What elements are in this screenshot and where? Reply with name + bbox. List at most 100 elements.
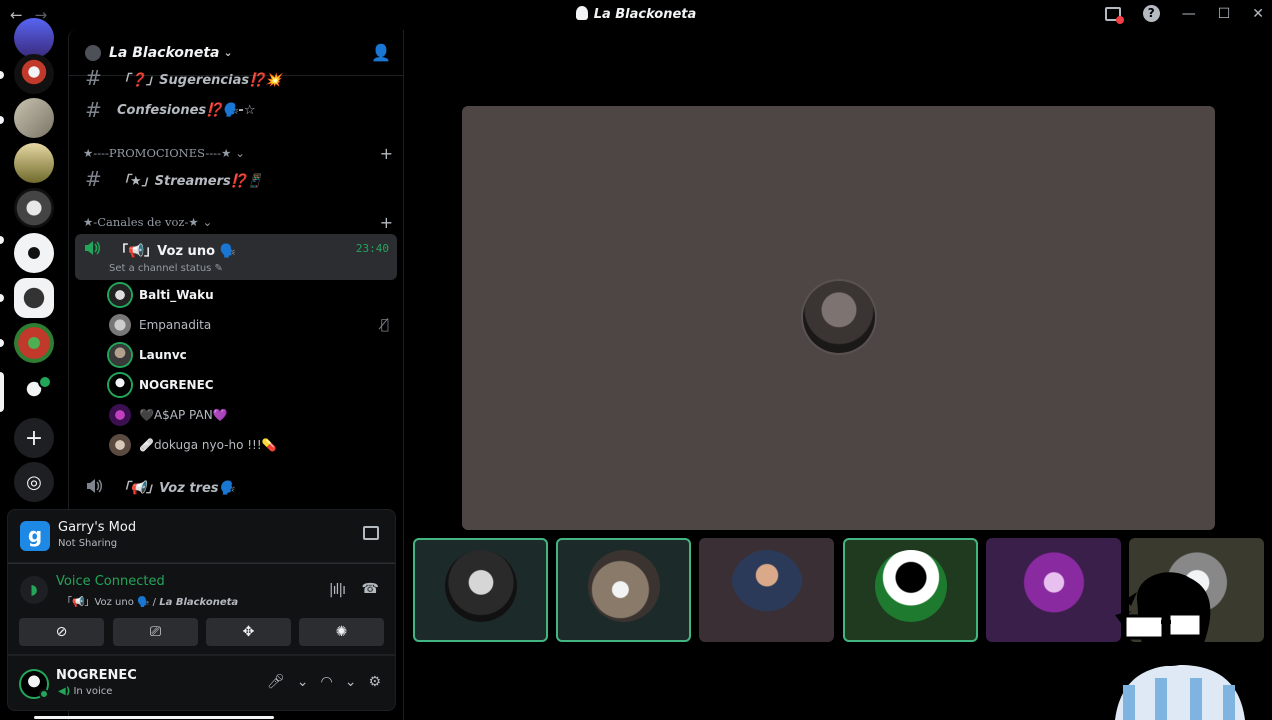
server-icon[interactable] <box>14 323 54 363</box>
guild-name: La Blackoneta <box>109 44 220 61</box>
voice-user[interactable]: 🖤A$AP PAN💜 <box>109 401 399 429</box>
channel-streamers[interactable]: # 「★」Streamers⁉️📱 <box>77 163 397 195</box>
camera-off-button[interactable]: ⊘ <box>19 618 104 646</box>
gear-icon[interactable]: ⚙ <box>368 674 381 690</box>
horizontal-scrollbar[interactable] <box>34 716 274 719</box>
chevron-down-icon[interactable]: ⌄ <box>345 674 357 690</box>
speaker-icon <box>85 241 100 255</box>
chevron-down-icon[interactable]: ⌄ <box>297 674 309 690</box>
participant-avatar <box>731 550 803 622</box>
hash-icon: # <box>85 167 102 191</box>
share-screen-icon[interactable] <box>363 526 379 540</box>
inbox-icon[interactable] <box>1104 6 1124 24</box>
channel-name: 「★」Streamers⁉️📱 <box>117 173 264 189</box>
noise-suppression-icon[interactable]: |ıl|ı <box>329 582 346 598</box>
avatar <box>109 434 131 456</box>
voice-user-name: Launvc <box>139 348 187 362</box>
window-title: La Blackoneta <box>0 6 1272 22</box>
category-canales-de-voz[interactable]: ★-Canales de voz-★ ⌄ + <box>83 213 393 232</box>
voice-channel-name: 「📢」Voz uno 🗣️ <box>115 244 236 259</box>
voice-channel-name: 「📢」Voz tres🗣️ <box>117 480 235 496</box>
channel-sugerencias[interactable]: # 「❓」Sugerencias⁉️💥 <box>77 68 397 88</box>
set-channel-status[interactable]: Set a channel status ✎ <box>109 263 223 274</box>
participant-avatar <box>445 550 517 622</box>
category-label: ★-Canales de voz-★ <box>83 215 199 229</box>
create-channel-plus-icon[interactable]: + <box>380 144 393 163</box>
chevron-down-icon: ⌄ <box>202 215 213 229</box>
voice-user[interactable]: Empanadita 🎙̸ <box>109 311 399 339</box>
headphones-icon[interactable]: ◠ <box>320 674 332 690</box>
voice-user-name: 🖤A$AP PAN💜 <box>139 408 228 422</box>
unread-pill <box>0 116 4 124</box>
connection-signal-icon[interactable]: ◗ <box>20 576 48 604</box>
voice-connected-status[interactable]: Voice Connected <box>56 574 165 589</box>
server-icon[interactable] <box>14 233 54 273</box>
server-icon[interactable] <box>14 18 54 58</box>
focused-participant-tile[interactable] <box>462 106 1215 530</box>
participant-tile[interactable] <box>413 538 548 642</box>
voice-channel-voz-tres[interactable]: 「📢」Voz tres🗣️ <box>77 470 397 502</box>
voice-user[interactable]: Balti_Waku <box>109 281 399 309</box>
unread-pill <box>0 71 4 79</box>
add-server-button[interactable]: + <box>14 418 54 458</box>
category-promociones[interactable]: ★----PROMOCIONES----★ ⌄ + <box>83 144 393 163</box>
voice-location[interactable]: 「📢」Voz uno 🗣️ / La Blackoneta <box>62 593 238 608</box>
share-screen-button[interactable]: ⎚ <box>113 618 198 646</box>
overlay-character-sticker <box>1115 572 1245 720</box>
soundboard-icon: ✺ <box>335 624 348 640</box>
avatar <box>109 374 131 396</box>
close-button[interactable]: ✕ <box>1252 6 1264 22</box>
channel-confesiones[interactable]: # Confesiones⁉️🗣️-☆ <box>77 94 397 126</box>
voice-connected-panel: ◗ Voice Connected 「📢」Voz uno 🗣️ / La Bla… <box>7 563 396 655</box>
soundboard-button[interactable]: ✺ <box>299 618 384 646</box>
server-icon[interactable] <box>14 188 54 228</box>
microphone-icon[interactable]: 🎤︎ <box>267 674 285 690</box>
server-icon[interactable] <box>14 54 54 94</box>
voice-user[interactable]: NOGRENEC <box>109 371 399 399</box>
voice-user-name: Balti_Waku <box>139 288 214 302</box>
create-channel-plus-icon[interactable]: + <box>380 213 393 232</box>
help-icon[interactable]: ? <box>1142 5 1160 22</box>
participant-avatar <box>1018 550 1090 622</box>
voice-user[interactable]: Launvc <box>109 341 399 369</box>
invite-people-icon[interactable]: 👤 <box>371 43 391 62</box>
server-icon[interactable] <box>14 143 54 183</box>
minimize-button[interactable]: — <box>1182 6 1196 22</box>
participant-tile[interactable] <box>556 538 691 642</box>
server-logo-icon <box>575 6 588 20</box>
speaker-small-icon: ◀) <box>58 686 71 697</box>
activities-button[interactable]: ✥ <box>206 618 291 646</box>
participant-tile[interactable] <box>699 538 834 642</box>
voice-timer: 23:40 <box>355 242 389 255</box>
user-panel: NOGRENEC ◀) In voice 🎤︎ ⌄ ◠ ⌄ ⚙ <box>7 655 396 711</box>
username[interactable]: NOGRENEC <box>56 668 137 683</box>
voice-user-name: NOGRENEC <box>139 378 214 392</box>
focused-participant-avatar <box>803 281 875 353</box>
unread-pill <box>0 294 4 302</box>
voice-user[interactable]: 🩹dokuga nyo-ho !!!💊 <box>109 431 399 459</box>
voice-user-name: Empanadita <box>139 318 212 332</box>
activity-subtitle: Not Sharing <box>58 538 118 549</box>
chevron-down-icon: ⌄ <box>235 146 245 160</box>
selected-pill <box>0 372 4 412</box>
hash-icon: # <box>85 98 102 122</box>
voice-channel-voz-uno[interactable]: 「📢」Voz uno 🗣️ 23:40 Set a channel status… <box>75 234 397 280</box>
video-off-icon: ⊘ <box>55 624 68 640</box>
activity-panel: g Garry's Mod Not Sharing <box>7 509 396 563</box>
discover-compass-icon[interactable]: ◎ <box>14 462 54 502</box>
speaker-icon <box>87 479 102 493</box>
window-controls: ? — ☐ ✕ <box>1104 5 1264 24</box>
server-icon[interactable] <box>14 98 54 138</box>
channel-name: Confesiones⁉️🗣️-☆ <box>117 102 256 118</box>
server-icon[interactable] <box>14 278 54 318</box>
maximize-button[interactable]: ☐ <box>1218 6 1231 22</box>
chevron-down-icon: ⌄ <box>223 46 233 59</box>
disconnect-phone-icon[interactable]: ☎ <box>362 581 379 597</box>
user-status-text: In voice <box>73 686 113 697</box>
voice-speaker-badge-icon <box>38 375 52 389</box>
participant-tile[interactable] <box>843 538 978 642</box>
user-status: ◀) In voice <box>58 686 112 697</box>
window-title-text: La Blackoneta <box>593 7 697 22</box>
voice-location-channel: 「📢」Voz uno 🗣️ <box>62 597 150 608</box>
status-online-indicator <box>39 689 49 699</box>
